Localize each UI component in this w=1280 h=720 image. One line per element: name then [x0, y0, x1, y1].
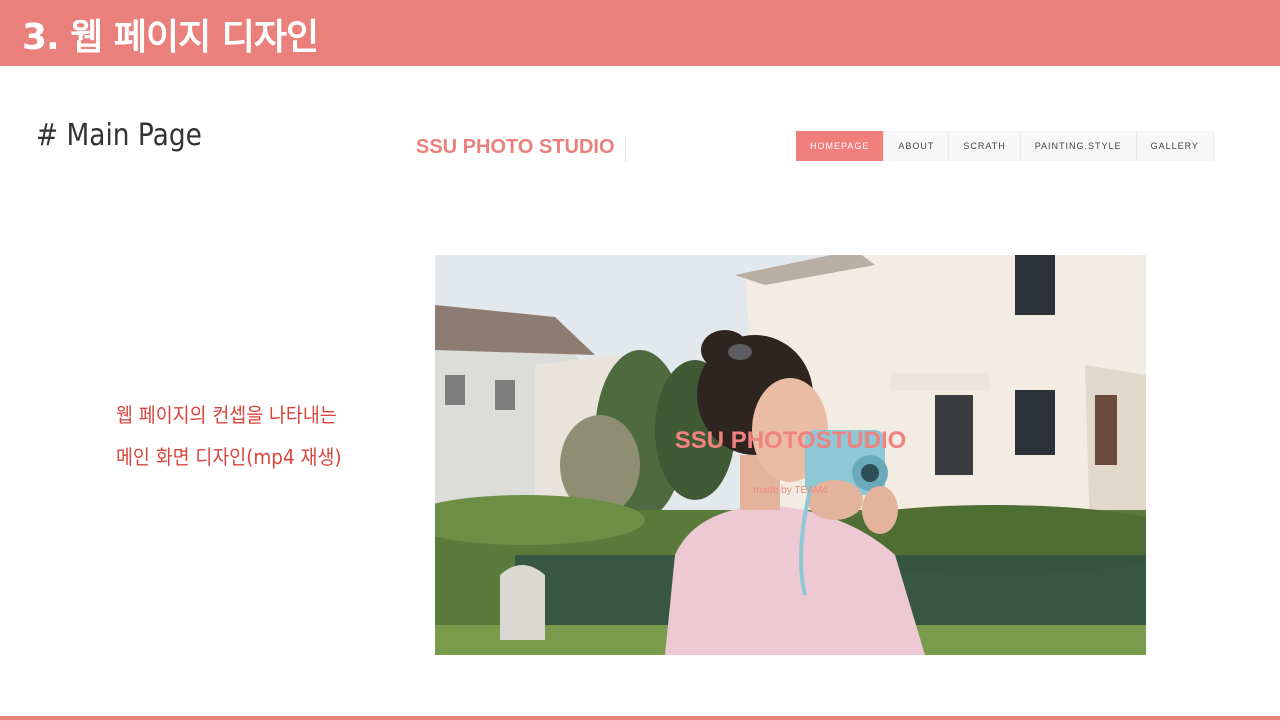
description: 웹 페이지의 컨셉을 나타내는 메인 화면 디자인(mp4 재생)	[116, 394, 361, 478]
slide-title-bar: 3. 웹 페이지 디자인	[0, 0, 1280, 66]
nav-gallery[interactable]: GALLERY	[1137, 131, 1214, 161]
slide-title: 3. 웹 페이지 디자인	[22, 17, 319, 58]
hero-title: SSU PHOTOSTUDIO	[674, 427, 907, 454]
site-nav: HOMEPAGE ABOUT SCRATH PAINTING.STYLE GAL…	[796, 131, 1214, 161]
section-heading: # Main Page	[36, 118, 202, 153]
hero-subtitle: made by TEAM4	[753, 485, 828, 496]
nav-about[interactable]: ABOUT	[884, 131, 950, 161]
nav-homepage[interactable]: HOMEPAGE	[796, 131, 885, 161]
hero-video[interactable]: SSU PHOTOSTUDIO made by TEAM4	[435, 255, 1146, 655]
bottom-divider	[0, 716, 1280, 720]
nav-painting-style[interactable]: PAINTING.STYLE	[1021, 131, 1137, 161]
description-line-2: 메인 화면 디자인(mp4 재생)	[116, 445, 342, 469]
logo-divider	[625, 136, 626, 162]
nav-scrath[interactable]: SCRATH	[949, 131, 1021, 161]
description-line-1: 웹 페이지의 컨셉을 나타내는	[116, 403, 337, 427]
site-logo[interactable]: SSU PHOTO STUDIO	[416, 136, 615, 159]
hero-photo	[435, 255, 1146, 655]
